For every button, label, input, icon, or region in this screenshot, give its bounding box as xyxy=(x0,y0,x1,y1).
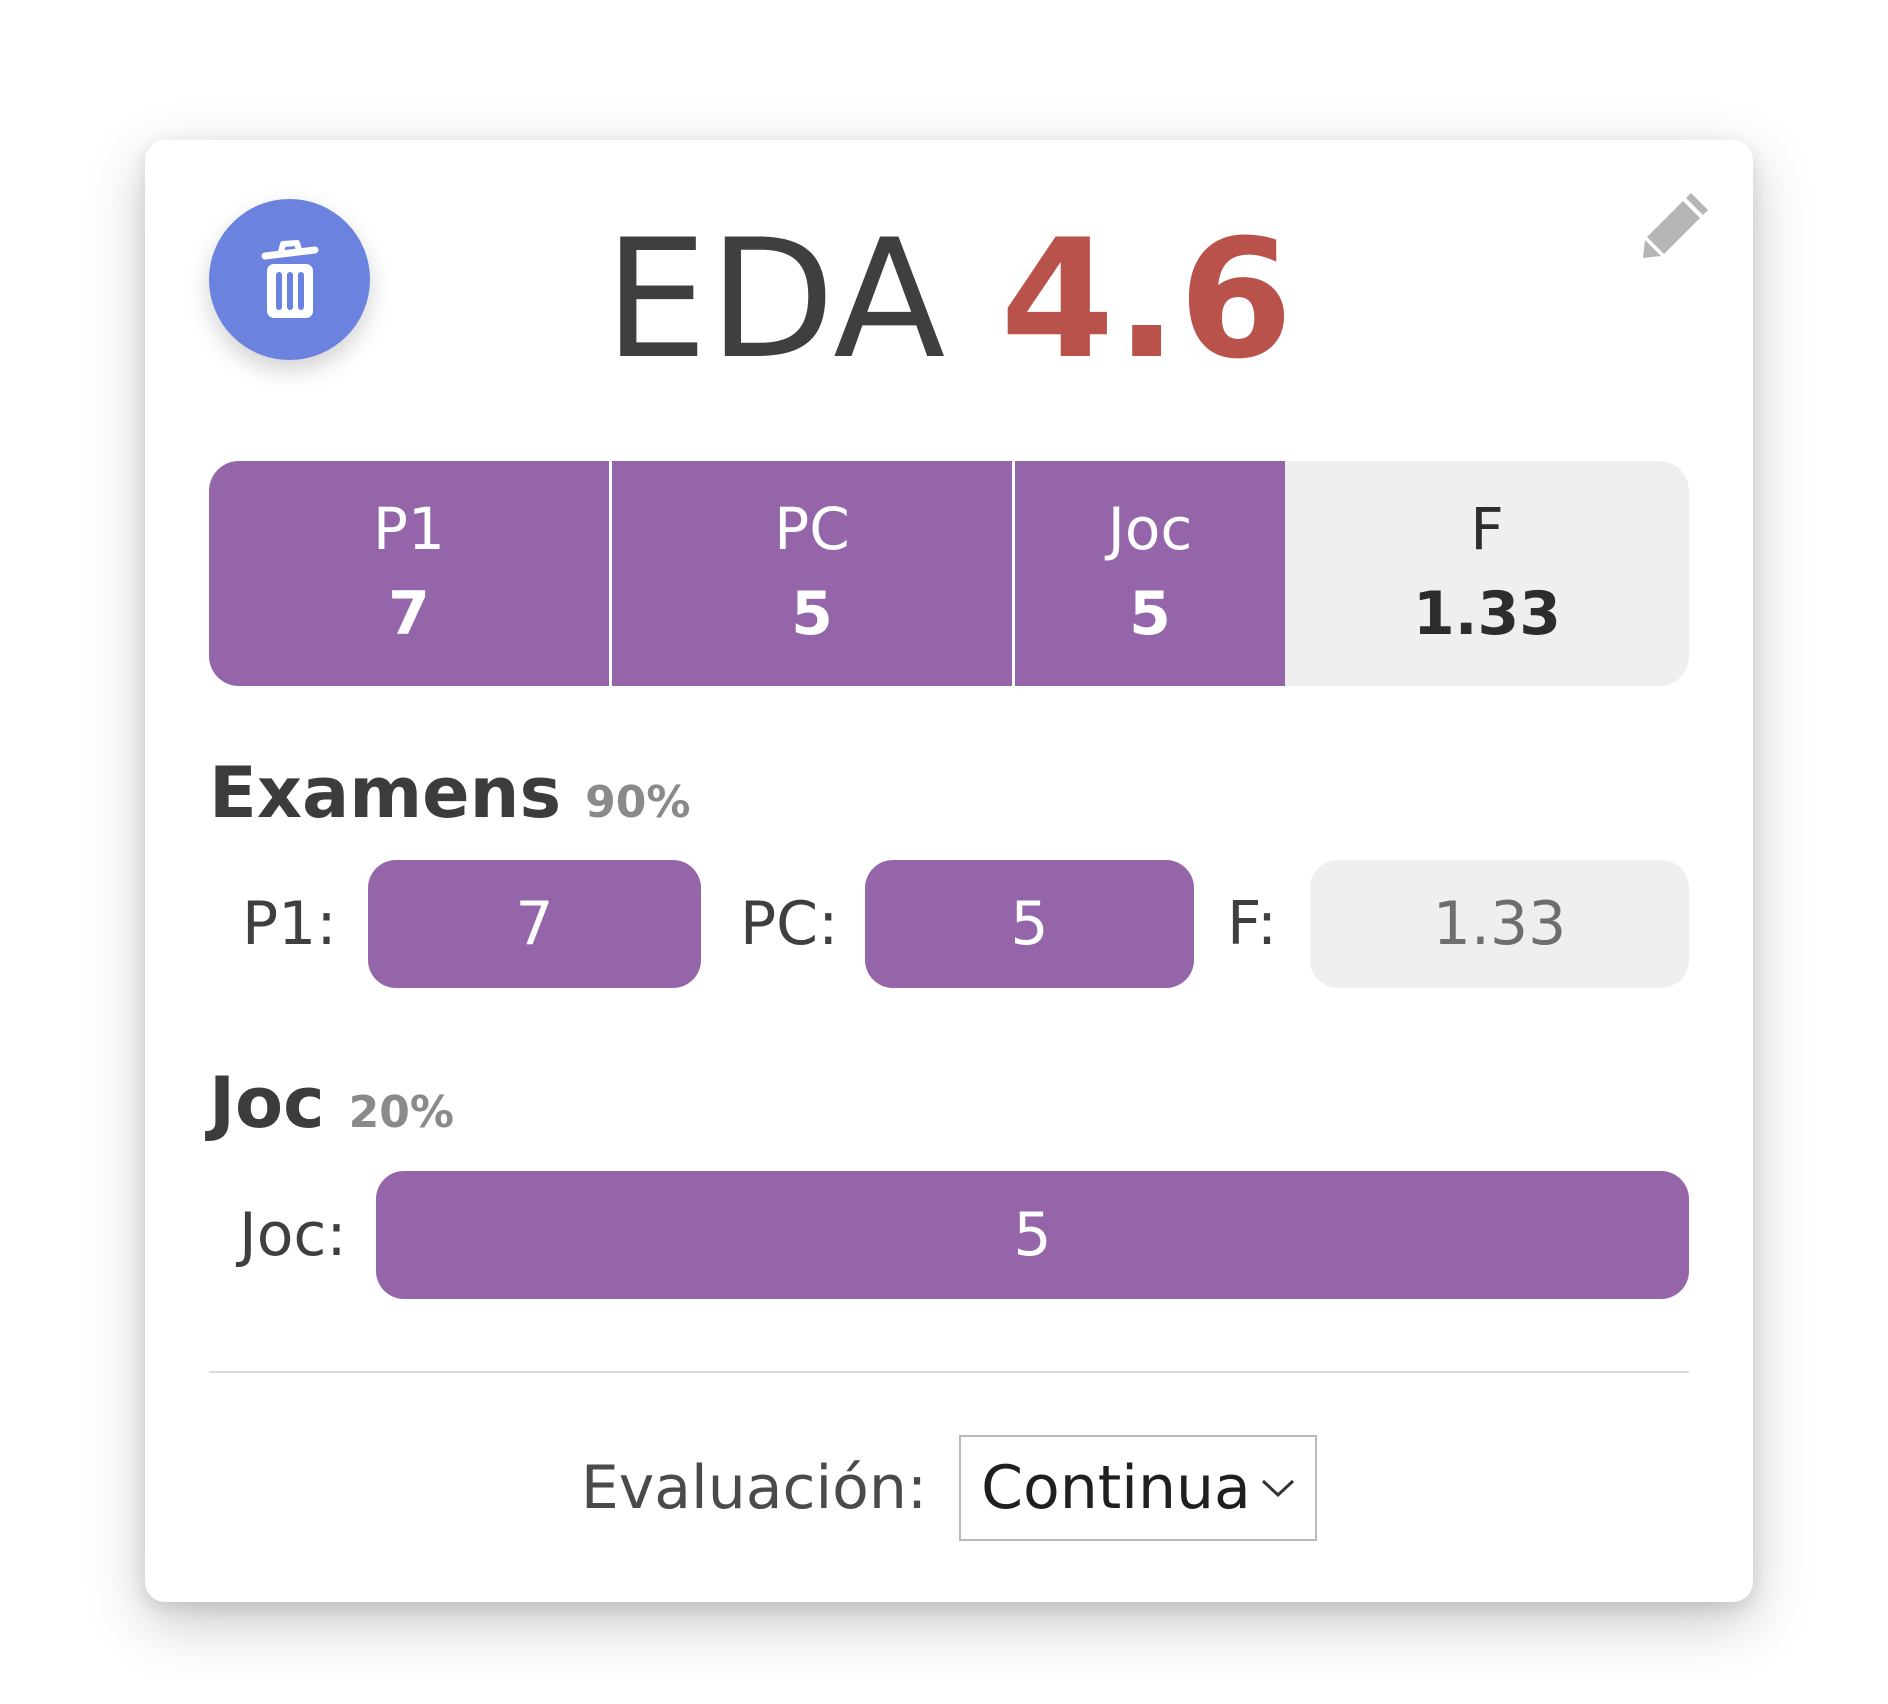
grades-summary: P1 7 PC 5 Joc 5 F 1.33 xyxy=(209,461,1689,686)
trash-icon xyxy=(261,239,318,318)
evaluation-selected-value: Continua xyxy=(981,1453,1251,1523)
summary-cell-joc: Joc 5 xyxy=(1015,461,1285,686)
summary-value: 5 xyxy=(791,578,833,649)
grade-input-joc[interactable]: 5 xyxy=(376,1171,1689,1299)
section-weight: 90% xyxy=(585,777,691,828)
summary-label: Joc xyxy=(1107,494,1193,563)
evaluation-select[interactable]: Continua xyxy=(959,1435,1318,1541)
delete-button[interactable] xyxy=(209,199,370,360)
joc-row: Joc: 5 xyxy=(209,1171,1689,1299)
summary-cell-p1: P1 7 xyxy=(209,461,612,686)
section-name: Examens xyxy=(209,752,562,834)
section-title-joc: Joc 20% xyxy=(209,1062,454,1144)
section-name: Joc xyxy=(209,1062,325,1144)
section-weight: 20% xyxy=(348,1087,454,1138)
final-grade: 4.6 xyxy=(1000,204,1294,395)
evaluation-label: Evaluación: xyxy=(580,1453,928,1523)
summary-value: 5 xyxy=(1129,578,1171,649)
summary-label: PC xyxy=(774,494,850,563)
subject-name: EDA xyxy=(604,204,947,395)
summary-cell-pc: PC 5 xyxy=(612,461,1015,686)
section-title-examens: Examens 90% xyxy=(209,752,690,834)
grade-input-pc[interactable]: 5 xyxy=(865,860,1194,988)
grade-input-p1[interactable]: 7 xyxy=(368,860,701,988)
summary-value: 7 xyxy=(388,578,430,649)
grade-input-f[interactable]: 1.33 xyxy=(1310,860,1689,988)
field-label-f: F: xyxy=(1227,889,1278,959)
divider xyxy=(209,1371,1689,1373)
examens-row: P1: 7 PC: 5 F: 1.33 xyxy=(209,860,1689,988)
chevron-down-icon xyxy=(1262,1479,1295,1498)
evaluation-row: Evaluación: Continua xyxy=(145,1435,1753,1541)
summary-label: F xyxy=(1470,494,1504,563)
summary-label: P1 xyxy=(373,494,445,563)
field-label-joc: Joc: xyxy=(239,1200,347,1270)
card-title: EDA 4.6 xyxy=(145,210,1753,390)
field-label-p1: P1: xyxy=(242,889,337,959)
subject-card: EDA 4.6 P1 7 PC 5 Joc 5 F 1.33 Examens 9… xyxy=(145,140,1753,1602)
field-label-pc: PC: xyxy=(740,889,839,959)
summary-value: 1.33 xyxy=(1412,578,1562,649)
summary-cell-f: F 1.33 xyxy=(1285,461,1689,686)
